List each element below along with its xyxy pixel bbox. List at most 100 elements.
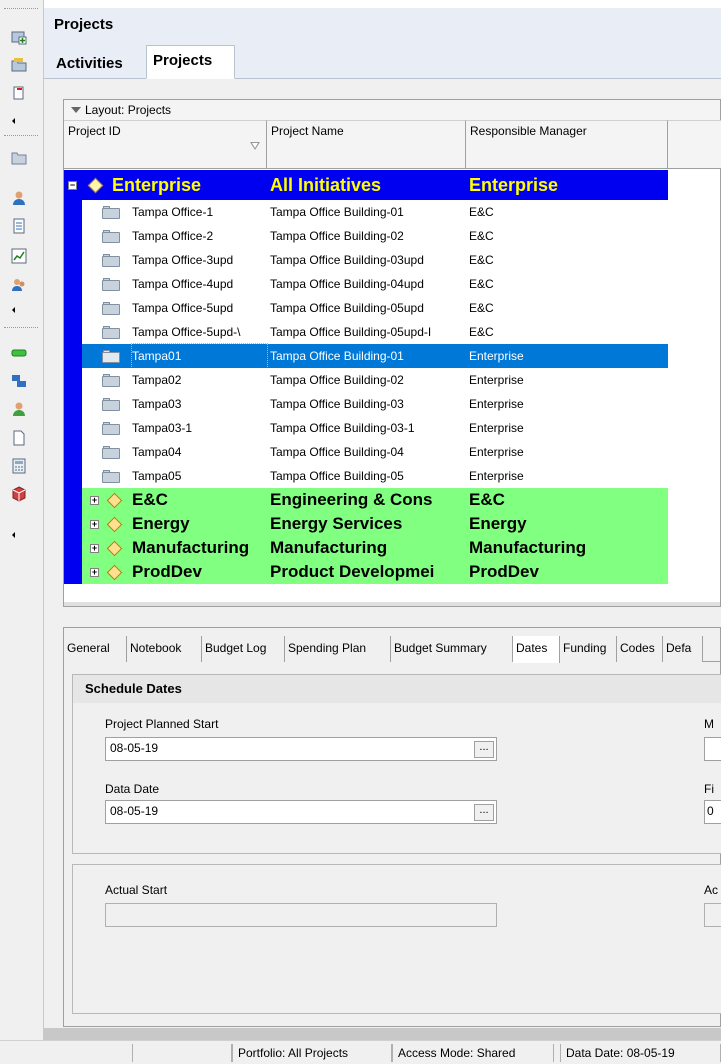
chevron-down-icon[interactable] — [71, 107, 81, 113]
cell-project-id[interactable]: E&C — [132, 488, 267, 512]
cell-responsible-manager[interactable]: Enterprise — [469, 368, 668, 392]
right-field-3[interactable] — [704, 903, 721, 927]
data-date-field[interactable]: 08-05-19 ... — [105, 800, 497, 824]
cell-project-id[interactable]: Tampa Office-3upd — [132, 248, 267, 272]
tab-projects[interactable]: Projects — [146, 45, 235, 79]
group-row[interactable]: + Energy Energy Services Energy — [64, 512, 668, 536]
cell-responsible-manager[interactable]: E&C — [469, 488, 668, 512]
tab-defa[interactable]: Defa — [663, 636, 703, 662]
table-row[interactable]: Tampa Office-5upd Tampa Office Building-0… — [64, 296, 668, 320]
person-icon[interactable] — [11, 401, 27, 417]
table-row[interactable]: Tampa03 Tampa Office Building-03 Enterpris… — [64, 392, 668, 416]
cell-responsible-manager[interactable]: Enterprise — [469, 416, 668, 440]
cell-project-name[interactable]: Energy Services — [270, 512, 466, 536]
cell-project-name[interactable]: Tampa Office Building-04upd — [270, 272, 466, 296]
cell-project-id[interactable]: Tampa Office-5upd — [132, 296, 267, 320]
cell-responsible-manager[interactable]: E&C — [469, 248, 668, 272]
tab-activities[interactable]: Activities — [50, 49, 129, 79]
cube-icon[interactable] — [11, 486, 27, 502]
user-icon[interactable] — [11, 190, 27, 206]
horizontal-scrollbar[interactable] — [64, 602, 720, 606]
users-icon[interactable] — [11, 277, 27, 293]
cell-project-id[interactable]: Tampa05 — [132, 464, 267, 488]
cell-responsible-manager[interactable]: Enterprise — [469, 440, 668, 464]
table-row[interactable]: Tampa03-1 Tampa Office Building-03-1 Enter… — [64, 416, 668, 440]
cell-project-id[interactable]: Tampa02 — [132, 368, 267, 392]
tab-budget-log[interactable]: Budget Log — [202, 636, 285, 662]
cell-responsible-manager[interactable]: Enterprise — [469, 170, 668, 200]
group-row[interactable]: + ProdDev Product Developmei ProdDev — [64, 560, 668, 584]
table-row[interactable]: Tampa04 Tampa Office Building-04 Enterpris… — [64, 440, 668, 464]
open-project-icon[interactable] — [11, 29, 27, 45]
collapse-icon[interactable]: − — [68, 181, 77, 190]
expand-icon[interactable]: + — [90, 496, 99, 505]
cell-responsible-manager[interactable]: E&C — [469, 224, 668, 248]
cell-project-name[interactable]: Tampa Office Building-02 — [270, 224, 466, 248]
table-row[interactable]: Tampa Office-5upd-\ Tampa Office Building… — [64, 320, 668, 344]
edit-icon[interactable] — [11, 85, 27, 101]
column-header-project-name[interactable]: Project Name — [267, 120, 466, 169]
cell-project-name[interactable]: Tampa Office Building-03 — [270, 392, 466, 416]
tab-notebook[interactable]: Notebook — [127, 636, 202, 662]
toolbar-expand-arrow[interactable] — [12, 118, 15, 124]
cell-project-name[interactable]: Tampa Office Building-01 — [270, 344, 466, 368]
group-row[interactable]: + E&C Engineering & Cons E&C — [64, 488, 668, 512]
table-row[interactable]: Tampa Office-2 Tampa Office Building-02 E&… — [64, 224, 668, 248]
cell-project-name[interactable]: Tampa Office Building-05upd-I — [270, 320, 466, 344]
column-header-project-id[interactable]: Project ID — [64, 120, 267, 169]
right-field-1[interactable] — [704, 737, 721, 761]
cell-responsible-manager[interactable]: ProdDev — [469, 560, 668, 584]
column-header-responsible-manager[interactable]: Responsible Manager — [466, 120, 668, 169]
cell-responsible-manager[interactable]: Enterprise — [469, 392, 668, 416]
cell-project-name[interactable]: Tampa Office Building-05upd — [270, 296, 466, 320]
date-picker-button[interactable]: ... — [474, 741, 494, 758]
tab-codes[interactable]: Codes — [617, 636, 663, 662]
expand-icon[interactable]: + — [90, 520, 99, 529]
table-row[interactable]: Tampa Office-1 Tampa Office Building-01 E&… — [64, 200, 668, 224]
cell-project-id[interactable]: ProdDev — [132, 560, 267, 584]
cell-responsible-manager[interactable]: E&C — [469, 200, 668, 224]
cell-project-name[interactable]: Tampa Office Building-03upd — [270, 248, 466, 272]
toolbar-expand-arrow[interactable] — [12, 307, 15, 313]
cell-project-name[interactable]: Engineering & Cons — [270, 488, 466, 512]
cell-responsible-manager[interactable]: E&C — [469, 320, 668, 344]
cell-responsible-manager[interactable]: Manufacturing — [469, 536, 668, 560]
tab-dates[interactable]: Dates — [513, 636, 560, 663]
blue-blocks-icon[interactable] — [11, 373, 27, 389]
cell-project-name[interactable]: Product Developmei — [270, 560, 466, 584]
date-picker-button[interactable]: ... — [474, 804, 494, 821]
cell-project-id[interactable]: Tampa Office-5upd-\ — [132, 320, 267, 344]
file-icon[interactable] — [11, 430, 27, 446]
calculator-icon[interactable] — [11, 458, 27, 474]
toolbar-expand-arrow[interactable] — [12, 532, 15, 538]
cell-responsible-manager[interactable]: E&C — [469, 272, 668, 296]
table-row[interactable]: Tampa Office-3upd Tampa Office Building-0… — [64, 248, 668, 272]
cell-project-name[interactable]: Tampa Office Building-04 — [270, 440, 466, 464]
cell-project-name[interactable]: Tampa Office Building-01 — [270, 200, 466, 224]
cell-project-name[interactable]: Tampa Office Building-02 — [270, 368, 466, 392]
tab-funding[interactable]: Funding — [560, 636, 617, 662]
cell-project-id[interactable]: Tampa04 — [132, 440, 267, 464]
cell-project-id[interactable]: Tampa03 — [132, 392, 267, 416]
tab-spending-plan[interactable]: Spending Plan — [285, 636, 391, 662]
actual-start-field[interactable] — [105, 903, 497, 927]
cell-responsible-manager[interactable]: Energy — [469, 512, 668, 536]
green-bar-icon[interactable] — [11, 345, 27, 361]
layout-bar[interactable]: Layout: Projects — [64, 100, 720, 120]
table-row[interactable]: Tampa05 Tampa Office Building-05 Enterpris… — [64, 464, 668, 488]
folder-icon[interactable] — [11, 150, 27, 166]
cell-project-id[interactable]: Tampa Office-4upd — [132, 272, 267, 296]
tab-general[interactable]: General — [64, 636, 127, 662]
expand-icon[interactable]: + — [90, 568, 99, 577]
cell-project-name[interactable]: Tampa Office Building-05 — [270, 464, 466, 488]
cell-project-id[interactable]: Tampa01 — [131, 343, 268, 369]
cell-project-name[interactable]: Tampa Office Building-03-1 — [270, 416, 466, 440]
cell-project-id[interactable]: Tampa Office-1 — [132, 200, 267, 224]
sort-icon[interactable] — [250, 142, 260, 150]
document-icon[interactable] — [11, 218, 27, 234]
table-row[interactable]: Tampa02 Tampa Office Building-02 Enterpris… — [64, 368, 668, 392]
cell-responsible-manager[interactable]: Enterprise — [469, 344, 668, 368]
cell-project-id[interactable]: Enterprise — [112, 170, 267, 200]
table-row[interactable]: Tampa Office-4upd Tampa Office Building-0… — [64, 272, 668, 296]
right-field-2[interactable]: 0 — [704, 800, 721, 824]
